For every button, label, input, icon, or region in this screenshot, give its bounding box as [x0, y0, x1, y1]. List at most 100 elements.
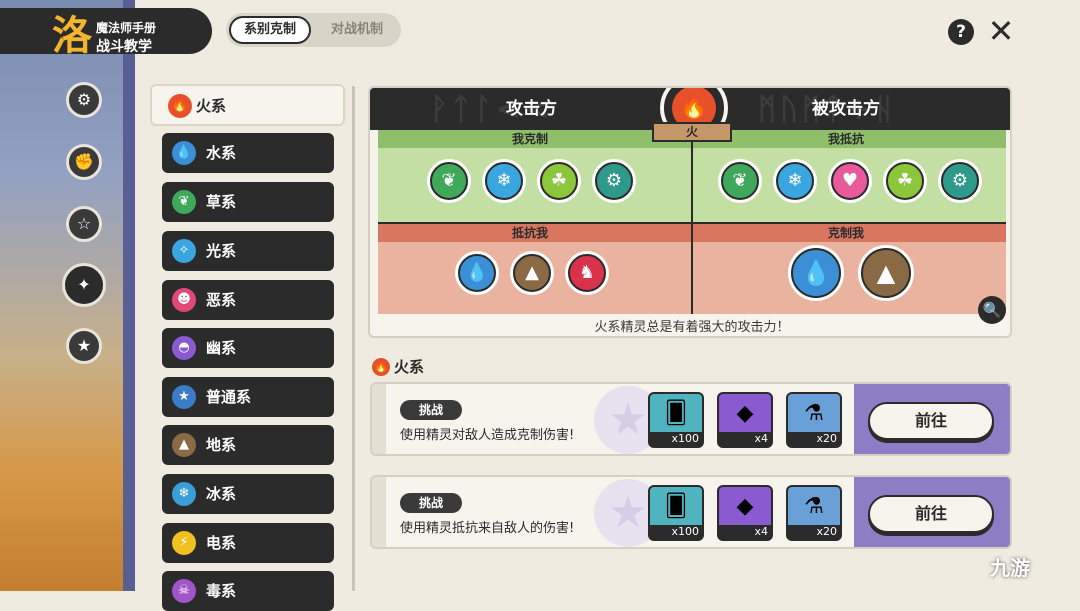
type-label: 恶系 — [206, 291, 237, 309]
go-button[interactable]: 前往 — [868, 495, 994, 533]
book-icon[interactable]: ✊ — [66, 144, 102, 180]
type-label: 光系 — [206, 242, 237, 260]
star-icon: ★ — [172, 385, 196, 409]
type-item-water[interactable]: 💧 水系 — [162, 133, 334, 173]
reward-qty: x4 — [719, 525, 771, 539]
type-item-ghost[interactable]: ◓ 幽系 — [162, 328, 334, 368]
star-molecule-icon[interactable]: ✦ — [62, 263, 106, 307]
task-description: 使用精灵抵抗来自敌人的伤害! — [400, 521, 575, 536]
potion-icon: ⚗ — [804, 401, 824, 426]
lightning-icon: ⚡ — [172, 531, 196, 555]
tab-type-counter[interactable]: 系别克制 — [229, 16, 311, 44]
type-item-fire[interactable]: 🔥 火系 — [150, 84, 345, 126]
demon-icon: ☻ — [172, 288, 196, 312]
reward-item[interactable]: ⚗ x20 — [786, 485, 842, 541]
type-item-electric[interactable]: ⚡ 电系 — [162, 523, 334, 563]
challenge-task: ★ 挑战 使用精灵对敌人造成克制伤害! 🂠 x100 ◆ x4 ⚗ x20 前往 — [370, 382, 1012, 456]
chart-caption: 火系精灵总是有着强大的攻击力！ — [594, 320, 790, 335]
star-badge-icon[interactable]: ★ — [66, 328, 102, 364]
attacker-label: 攻击方 — [506, 99, 557, 119]
type-item-ground[interactable]: ▲ 地系 — [162, 425, 334, 465]
type-label: 地系 — [206, 436, 237, 454]
task-rail — [372, 477, 386, 547]
go-panel: 前往 — [854, 477, 1010, 547]
card-icon: 🂠 — [664, 494, 688, 519]
card-icon: 🂠 — [664, 401, 688, 426]
type-item-normal[interactable]: ★ 普通系 — [162, 377, 334, 417]
fire-icon: 🔥 — [168, 94, 192, 118]
reward-item[interactable]: ◆ x4 — [717, 485, 773, 541]
reward-qty: x100 — [650, 432, 702, 446]
reward-item[interactable]: ◆ x4 — [717, 392, 773, 448]
type-item-ice[interactable]: ❄ 冰系 — [162, 474, 334, 514]
leaf-icon: ❦ — [172, 190, 196, 214]
type-label: 毒系 — [206, 582, 237, 600]
type-list-scrollbar[interactable] — [352, 86, 355, 591]
settings-gear-icon[interactable]: ⚙ — [66, 82, 102, 118]
type-label: 普通系 — [206, 388, 252, 406]
water-drop-icon: 💧 — [172, 141, 196, 165]
type-label: 火系 — [196, 97, 227, 115]
challenge-tag: 挑战 — [400, 400, 462, 420]
gem-icon: ◆ — [736, 494, 754, 519]
water-drop-icon: 💧 — [791, 248, 841, 298]
header-subtitle: 魔法师手册 — [96, 21, 157, 35]
bug-icon: ☘ — [540, 162, 578, 200]
ghost-icon: ◓ — [172, 336, 196, 360]
go-panel: 前往 — [854, 384, 1010, 454]
fire-icon: 🔥 — [372, 358, 390, 376]
tab-bar: 系别克制 对战机制 — [226, 13, 401, 47]
water-drop-icon: 💧 — [458, 254, 496, 292]
potion-icon: ⚗ — [804, 494, 824, 519]
header-title: 战斗教学 — [96, 39, 152, 55]
type-label: 水系 — [206, 144, 237, 162]
snowflake-icon: ❄ — [172, 482, 196, 506]
section-label-resist-me: 抵抗我 — [512, 226, 549, 240]
section-label-i-resist: 我抵抗 — [828, 132, 865, 146]
grid-row-divider — [378, 222, 1006, 224]
type-label: 电系 — [206, 534, 237, 552]
go-button[interactable]: 前往 — [868, 402, 994, 440]
challenge-task: ★ 挑战 使用精灵抵抗来自敌人的伤害! 🂠 x100 ◆ x4 ⚗ x20 前往 — [370, 475, 1012, 549]
star-pouch-icon[interactable]: ☆ — [66, 206, 102, 242]
heart-icon: ♥ — [831, 162, 869, 200]
task-description: 使用精灵对敌人造成克制伤害! — [400, 428, 575, 443]
mountain-icon: ▲ — [172, 433, 196, 457]
type-item-grass[interactable]: ❦ 草系 — [162, 182, 334, 222]
current-type-ribbon: 火 — [652, 122, 732, 142]
grid-divider — [691, 224, 693, 314]
reward-item[interactable]: ⚗ x20 — [786, 392, 842, 448]
reward-item[interactable]: 🂠 x100 — [648, 485, 704, 541]
type-counter-chart: ᚹᛏᛚ<< ᛗᚢᛗᛏ+ᚺ 攻击方 被攻击方 我克制 我抵抗 ❦ ❄ ☘ ⚙ ❦ … — [368, 86, 1012, 338]
gem-icon: ◆ — [736, 401, 754, 426]
tab-battle-mechanics[interactable]: 对战机制 — [316, 16, 398, 44]
reward-item[interactable]: 🂠 x100 — [648, 392, 704, 448]
bug-icon: ☘ — [886, 162, 924, 200]
header-bar: 洛 魔法师手册 战斗教学 — [0, 8, 212, 58]
mountain-icon: ▲ — [513, 254, 551, 292]
challenge-tag: 挑战 — [400, 493, 462, 513]
defender-label: 被攻击方 — [812, 99, 880, 119]
snowflake-icon: ❄ — [485, 162, 523, 200]
leaf-icon: ❦ — [721, 162, 759, 200]
left-divider — [123, 0, 135, 591]
leaf-icon: ❦ — [430, 162, 468, 200]
type-item-poison[interactable]: ☠ 毒系 — [162, 571, 334, 611]
reward-qty: x20 — [788, 432, 840, 446]
grid-divider — [691, 130, 693, 224]
reward-qty: x100 — [650, 525, 702, 539]
gear-icon: ⚙ — [941, 162, 979, 200]
type-item-light[interactable]: ✧ 光系 — [162, 231, 334, 271]
close-button[interactable]: ✕ — [986, 15, 1016, 47]
counter-grid-top: 我克制 我抵抗 ❦ ❄ ☘ ⚙ ❦ ❄ ♥ ☘ ⚙ — [378, 130, 1006, 224]
type-label: 幽系 — [206, 339, 237, 357]
snowflake-icon: ❄ — [776, 162, 814, 200]
help-button[interactable]: ? — [948, 19, 974, 45]
type-label: 冰系 — [206, 485, 237, 503]
gear-icon: ⚙ — [595, 162, 633, 200]
section-label-counter-me: 克制我 — [828, 226, 865, 240]
type-item-evil[interactable]: ☻ 恶系 — [162, 280, 334, 320]
poison-icon: ☠ — [172, 579, 196, 603]
section-label-i-counter: 我克制 — [512, 132, 549, 146]
magnifier-icon[interactable]: 🔍 — [978, 296, 1006, 324]
